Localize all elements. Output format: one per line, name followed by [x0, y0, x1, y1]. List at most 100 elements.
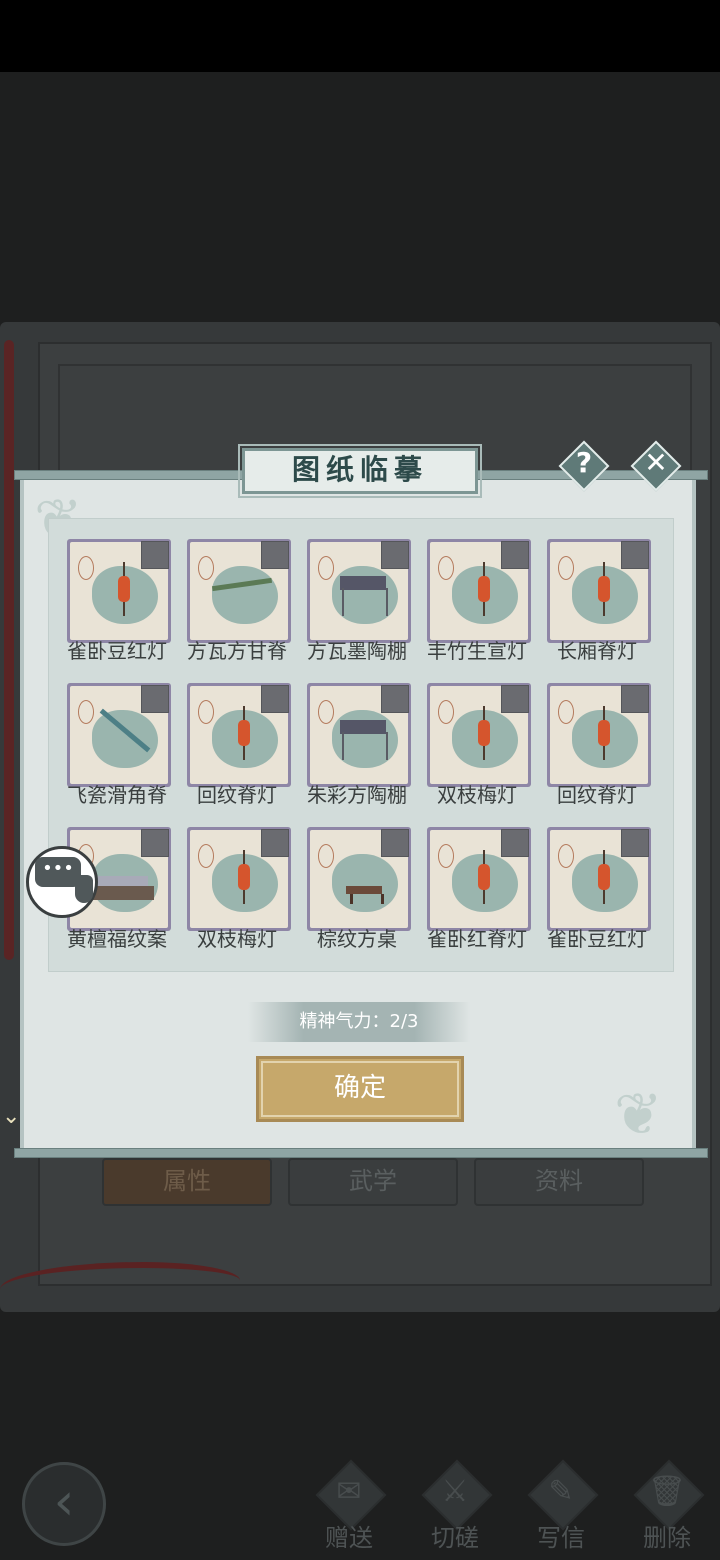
seal-icon — [318, 700, 334, 724]
chat-button[interactable]: ••• — [26, 846, 98, 918]
select-checkbox[interactable] — [501, 685, 529, 713]
close-icon: ✕ — [644, 446, 668, 479]
blueprint-name: 回纹脊灯 — [557, 783, 637, 807]
blueprint-name: 朱彩方陶棚 — [307, 783, 407, 807]
blueprint-name: 长厢脊灯 — [557, 639, 637, 663]
select-checkbox[interactable] — [621, 829, 649, 857]
red-lantern-icon — [478, 720, 490, 746]
tab-attributes[interactable]: 属性 — [102, 1158, 272, 1206]
select-checkbox[interactable] — [141, 685, 169, 713]
blueprint-name: 回纹脊灯 — [197, 783, 277, 807]
select-checkbox[interactable] — [261, 829, 289, 857]
gourd-icon — [75, 875, 93, 903]
seal-icon — [558, 556, 574, 580]
blueprint-name: 双枝梅灯 — [197, 927, 277, 951]
blueprint-item[interactable]: 雀卧红脊灯 — [409, 807, 531, 951]
seal-icon — [78, 700, 94, 724]
blueprint-item[interactable]: 回纹脊灯 — [169, 663, 291, 807]
ink-wash — [92, 710, 158, 768]
shed-icon-legs — [342, 588, 388, 616]
blueprint-item[interactable]: 飞瓷滑角脊 — [49, 663, 171, 807]
gift-label: 赠送 — [325, 1524, 373, 1552]
bird-decoration-icon: ⌄ — [2, 1104, 21, 1129]
blueprint-name: 雀卧豆红灯 — [547, 927, 647, 951]
select-checkbox[interactable] — [381, 829, 409, 857]
blueprint-item[interactable]: 回纹脊灯 — [529, 663, 651, 807]
blueprint-item[interactable]: 方瓦墨陶棚 — [289, 519, 411, 663]
select-checkbox[interactable] — [621, 685, 649, 713]
shed-icon-legs — [342, 732, 388, 760]
confirm-button[interactable]: 确定 — [256, 1056, 464, 1122]
blueprint-name: 方瓦方甘脊 — [187, 639, 287, 663]
select-checkbox[interactable] — [501, 829, 529, 857]
blueprint-frame — [187, 683, 291, 787]
write-letter-button[interactable]: ✎ 写信 — [516, 1459, 606, 1552]
energy-indicator: 精神气力：2/3 — [248, 1002, 470, 1042]
desk-icon-top — [96, 876, 148, 886]
blueprint-frame — [307, 683, 411, 787]
blueprint-frame — [427, 683, 531, 787]
back-arrow-icon: ‹ — [53, 1472, 75, 1532]
blueprint-item[interactable]: 双枝梅灯 — [409, 663, 531, 807]
ridge-lantern-icon — [238, 720, 250, 746]
select-checkbox[interactable] — [261, 541, 289, 569]
tab-information[interactable]: 资料 — [474, 1158, 644, 1206]
seal-icon — [198, 844, 214, 868]
spar-button[interactable]: ⚔ 切磋 — [410, 1459, 500, 1552]
blueprint-item[interactable]: 棕纹方桌 — [289, 807, 411, 951]
blueprint-item[interactable]: 雀卧豆红灯 — [529, 807, 651, 951]
seal-icon — [558, 700, 574, 724]
seal-icon — [438, 556, 454, 580]
paper-lantern-icon — [478, 576, 490, 602]
write-letter-label: 写信 — [537, 1524, 585, 1552]
spar-label: 切磋 — [431, 1524, 479, 1552]
blueprint-item[interactable]: 丰竹生宣灯 — [409, 519, 531, 663]
seal-icon — [438, 700, 454, 724]
delete-label: 删除 — [643, 1524, 691, 1552]
letter-icon: ✎ — [548, 1474, 574, 1509]
blueprint-grid: 雀卧豆红灯 方瓦方甘脊 方瓦墨陶棚 丰竹生宣灯 长厢脊灯 飞瓷滑角脊 回纹脊灯 朱彩方陶棚 双枝… — [48, 518, 674, 972]
dialog-title: 图纸临摹 — [238, 444, 482, 498]
blueprint-item[interactable]: 长厢脊灯 — [529, 519, 651, 663]
blueprint-item[interactable]: 双枝梅灯 — [169, 807, 291, 951]
red-lantern-icon — [598, 864, 610, 890]
select-checkbox[interactable] — [141, 541, 169, 569]
book-ribbon — [4, 340, 14, 960]
blueprint-item[interactable]: 方瓦方甘脊 — [169, 519, 291, 663]
select-checkbox[interactable] — [141, 829, 169, 857]
tab-martial-arts[interactable]: 武学 — [288, 1158, 458, 1206]
ink-wash — [212, 566, 278, 624]
blueprint-frame — [547, 827, 651, 931]
table-icon — [346, 886, 382, 894]
blueprint-frame — [427, 539, 531, 643]
select-checkbox[interactable] — [381, 685, 409, 713]
blueprint-item[interactable]: 朱彩方陶棚 — [289, 663, 411, 807]
delete-button[interactable]: 🗑 删除 — [622, 1459, 712, 1552]
red-lantern-icon — [118, 576, 130, 602]
gift-button[interactable]: ✉ 赠送 — [304, 1459, 394, 1552]
table-icon-legs — [350, 894, 384, 904]
select-checkbox[interactable] — [621, 541, 649, 569]
blueprint-item[interactable]: 雀卧豆红灯 — [49, 519, 171, 663]
back-button[interactable]: ‹ — [22, 1462, 106, 1546]
select-checkbox[interactable] — [381, 541, 409, 569]
seal-icon — [198, 556, 214, 580]
seal-icon — [558, 844, 574, 868]
seal-icon — [318, 844, 334, 868]
sword-icon: ⚔ — [441, 1474, 469, 1509]
blueprint-frame — [307, 827, 411, 931]
blueprint-frame — [67, 539, 171, 643]
blueprint-name: 雀卧红脊灯 — [427, 927, 527, 951]
question-icon: ? — [575, 446, 593, 479]
seal-icon — [318, 556, 334, 580]
seal-icon — [78, 556, 94, 580]
dialog-bottom-rule — [14, 1148, 708, 1158]
blueprint-name: 丰竹生宣灯 — [427, 639, 527, 663]
blueprint-frame — [547, 539, 651, 643]
blueprint-name: 双枝梅灯 — [437, 783, 517, 807]
select-checkbox[interactable] — [501, 541, 529, 569]
blueprint-frame — [67, 683, 171, 787]
ridge-lantern-icon — [598, 720, 610, 746]
select-checkbox[interactable] — [261, 685, 289, 713]
blueprint-name: 方瓦墨陶棚 — [307, 639, 407, 663]
